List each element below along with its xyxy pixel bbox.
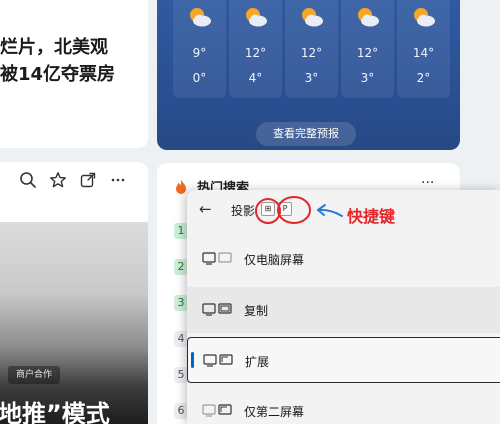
forecast-high: 9° — [192, 46, 207, 60]
option-pc-screen-only[interactable]: 仅电脑屏幕 — [187, 236, 500, 282]
news-card[interactable]: 烂片，北美观 被14亿夺票房 — [0, 0, 148, 148]
pc-screen-only-icon — [202, 252, 232, 265]
forecast-day[interactable]: 9° 0° — [173, 0, 226, 98]
forecast-low: 3° — [360, 71, 375, 85]
duplicate-icon — [202, 303, 232, 316]
rank-badge: 1 — [174, 223, 188, 239]
cloudy-sun-icon — [302, 8, 323, 27]
forecast-low: 4° — [248, 71, 263, 85]
forecast-low: 3° — [304, 71, 319, 85]
forecast-high: 12° — [356, 46, 379, 60]
weather-card[interactable]: 9° 0° 12° 4° 12° 3° 12° 3° 14° 2° 查看完整预报 — [157, 0, 460, 150]
option-duplicate[interactable]: 复制 — [187, 287, 500, 333]
news-headline[interactable]: 烂片，北美观 被14亿夺票房 — [0, 34, 148, 88]
search-icon[interactable] — [18, 170, 38, 190]
selection-indicator — [191, 352, 194, 368]
forecast-high: 14° — [412, 46, 435, 60]
flyout-header: ← 投影 ⊞ P — [187, 190, 500, 230]
news-headline-line2: 被14亿夺票房 — [0, 64, 116, 85]
cloudy-sun-icon — [190, 8, 211, 27]
second-screen-only-icon — [202, 404, 232, 417]
cloudy-sun-icon — [414, 8, 435, 27]
back-arrow-icon[interactable]: ← — [199, 200, 217, 218]
full-forecast-button[interactable]: 查看完整预报 — [256, 122, 356, 146]
option-label: 复制 — [244, 304, 269, 318]
forecast-low: 2° — [416, 71, 431, 85]
shortcut-hint: ⊞ P — [261, 202, 292, 216]
forecast-day[interactable]: 12° 4° — [229, 0, 282, 98]
forecast-low: 0° — [192, 71, 207, 85]
flyout-title: 投影 — [231, 204, 256, 218]
cloudy-sun-icon — [358, 8, 379, 27]
rank-badge: 3 — [174, 295, 188, 311]
cloudy-sun-icon — [246, 8, 267, 27]
weather-forecast: 9° 0° 12° 4° 12° 3° 12° 3° 14° 2° — [173, 0, 450, 98]
forecast-high: 12° — [244, 46, 267, 60]
star-icon[interactable] — [48, 170, 68, 190]
trending-more-icon[interactable]: ··· — [421, 175, 434, 191]
rank-badge: 2 — [174, 259, 188, 275]
p-key: P — [278, 202, 292, 216]
share-icon[interactable] — [78, 170, 98, 190]
photo-caption: 地推”模式 — [0, 400, 110, 424]
annotation-label: 快捷键 — [347, 207, 396, 226]
sponsor-badge: 商户合作 — [8, 366, 61, 384]
option-extend[interactable]: 扩展 — [187, 337, 500, 383]
project-flyout: ← 投影 ⊞ P 仅电脑屏幕 复制 扩展 仅第二屏幕 — [187, 190, 500, 424]
more-options-icon[interactable] — [108, 170, 128, 190]
forecast-day[interactable]: 14° 2° — [397, 0, 450, 98]
card-toolbar — [0, 162, 148, 198]
forecast-high: 12° — [300, 46, 323, 60]
windows-key: ⊞ — [261, 202, 275, 216]
extend-icon — [203, 354, 233, 367]
option-label: 扩展 — [245, 355, 270, 369]
forecast-day[interactable]: 12° 3° — [285, 0, 338, 98]
news-headline-line1: 烂片，北美观 — [0, 37, 108, 58]
image-news-card[interactable]: 商户合作 地推”模式 — [0, 162, 148, 424]
rank-badge: 5 — [174, 367, 188, 383]
option-label: 仅电脑屏幕 — [244, 253, 305, 267]
rank-badge: 4 — [174, 331, 188, 347]
news-photo[interactable]: 商户合作 地推”模式 — [0, 222, 148, 424]
option-label: 仅第二屏幕 — [244, 405, 305, 419]
forecast-day[interactable]: 12° 3° — [341, 0, 394, 98]
option-second-screen-only[interactable]: 仅第二屏幕 — [187, 388, 500, 424]
rank-badge: 6 — [174, 403, 188, 419]
